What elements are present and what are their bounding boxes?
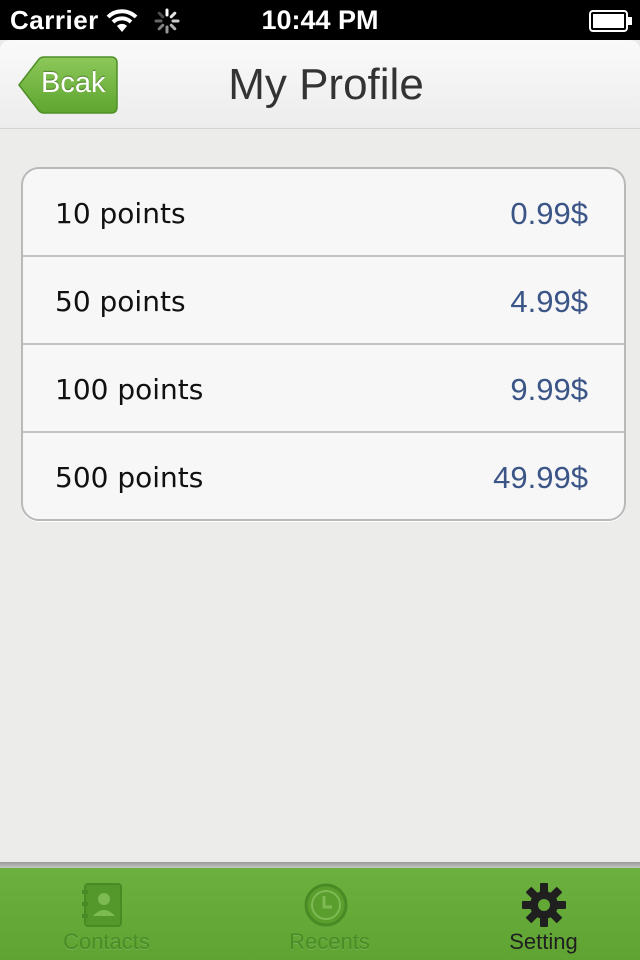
price-label: 4.99$ — [510, 284, 588, 319]
points-label: 50 points — [55, 285, 186, 318]
price-row-50-points[interactable]: 50 points 4.99$ — [23, 257, 624, 345]
tab-contacts[interactable]: Contacts — [0, 868, 213, 960]
price-label: 49.99$ — [493, 460, 588, 495]
battery-icon — [589, 10, 633, 37]
price-row-500-points[interactable]: 500 points 49.99$ — [23, 433, 624, 519]
tab-label: Setting — [509, 929, 578, 954]
address-book-icon — [81, 882, 125, 933]
tab-label: Contacts — [63, 929, 150, 954]
points-label: 100 points — [55, 373, 204, 406]
gear-icon — [521, 882, 567, 933]
content-area: 10 points 0.99$ 50 points 4.99$ 100 poin… — [0, 129, 640, 862]
status-bar: Carrier 10:44 PM — [0, 0, 640, 40]
price-row-10-points[interactable]: 10 points 0.99$ — [23, 169, 624, 257]
tab-setting[interactable]: Setting — [437, 868, 640, 960]
page-title: My Profile — [228, 60, 424, 109]
tab-recents[interactable]: Recents — [223, 868, 436, 960]
points-label: 500 points — [55, 461, 204, 494]
tab-bar: Contacts Recents Setting — [0, 868, 640, 960]
clock-icon — [303, 882, 349, 933]
points-price-table: 10 points 0.99$ 50 points 4.99$ 100 poin… — [21, 167, 626, 521]
tab-label: Recents — [289, 929, 370, 954]
price-label: 0.99$ — [510, 196, 588, 231]
navigation-bar: Bcak My Profile — [0, 40, 640, 129]
price-label: 9.99$ — [510, 372, 588, 407]
points-label: 10 points — [55, 197, 186, 230]
status-time: 10:44 PM — [261, 5, 379, 35]
price-row-100-points[interactable]: 100 points 9.99$ — [23, 345, 624, 433]
